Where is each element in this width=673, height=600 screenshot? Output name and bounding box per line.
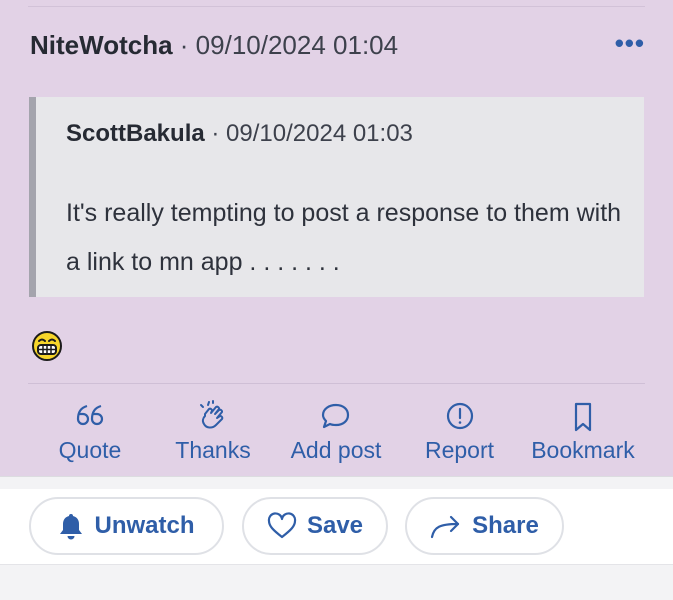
post-timestamp[interactable]: 09/10/2024 01:04 (196, 30, 398, 60)
separator-dot: · (211, 120, 220, 147)
share-label: Share (472, 512, 539, 539)
quote-timestamp[interactable]: 09/10/2024 01:03 (226, 120, 413, 147)
exclamation-circle-icon (446, 402, 473, 430)
unwatch-label: Unwatch (94, 512, 195, 539)
post-card: NiteWotcha · 09/10/2024 01:04 ••• ScottB… (0, 0, 673, 476)
separator-dot: · (179, 30, 189, 60)
section-divider (0, 476, 673, 489)
quote-author[interactable]: ScottBakula (66, 120, 205, 147)
more-options-button[interactable]: ••• (615, 30, 645, 56)
share-button[interactable]: Share (405, 497, 564, 555)
clap-icon (200, 400, 224, 429)
quote-text: It's really tempting to post a response … (66, 199, 622, 276)
quote-label: Quote (58, 437, 122, 463)
divider (28, 6, 645, 7)
report-button[interactable]: Report (412, 400, 507, 464)
save-button[interactable]: Save (242, 497, 388, 555)
thread-actions-bar: Unwatch Save Share (0, 489, 673, 565)
bookmark-button[interactable]: Bookmark (522, 400, 644, 464)
bookmark-label: Bookmark (531, 437, 635, 463)
quote-button[interactable]: Quote (40, 400, 140, 464)
post-author[interactable]: NiteWotcha (30, 30, 173, 60)
heart-icon (267, 512, 297, 539)
speech-bubble-icon (321, 403, 350, 429)
bell-icon (60, 514, 83, 540)
save-label: Save (306, 512, 364, 539)
quote-header: ScottBakula · 09/10/2024 01:03 (66, 119, 413, 149)
quote-block: ScottBakula · 09/10/2024 01:03 It's real… (29, 97, 644, 297)
thanks-label: Thanks (175, 437, 251, 463)
report-label: Report (424, 437, 495, 463)
bookmark-icon (574, 402, 592, 432)
unwatch-button[interactable]: Unwatch (29, 497, 224, 555)
thanks-button[interactable]: Thanks (163, 400, 263, 464)
quote-icon (76, 404, 104, 426)
share-arrow-icon (431, 515, 460, 539)
add-post-label: Add post (290, 437, 382, 463)
laughing-emoji-icon (32, 331, 62, 361)
add-post-button[interactable]: Add post (279, 400, 393, 464)
divider (28, 383, 645, 384)
post-header: NiteWotcha · 09/10/2024 01:04 (30, 28, 398, 62)
